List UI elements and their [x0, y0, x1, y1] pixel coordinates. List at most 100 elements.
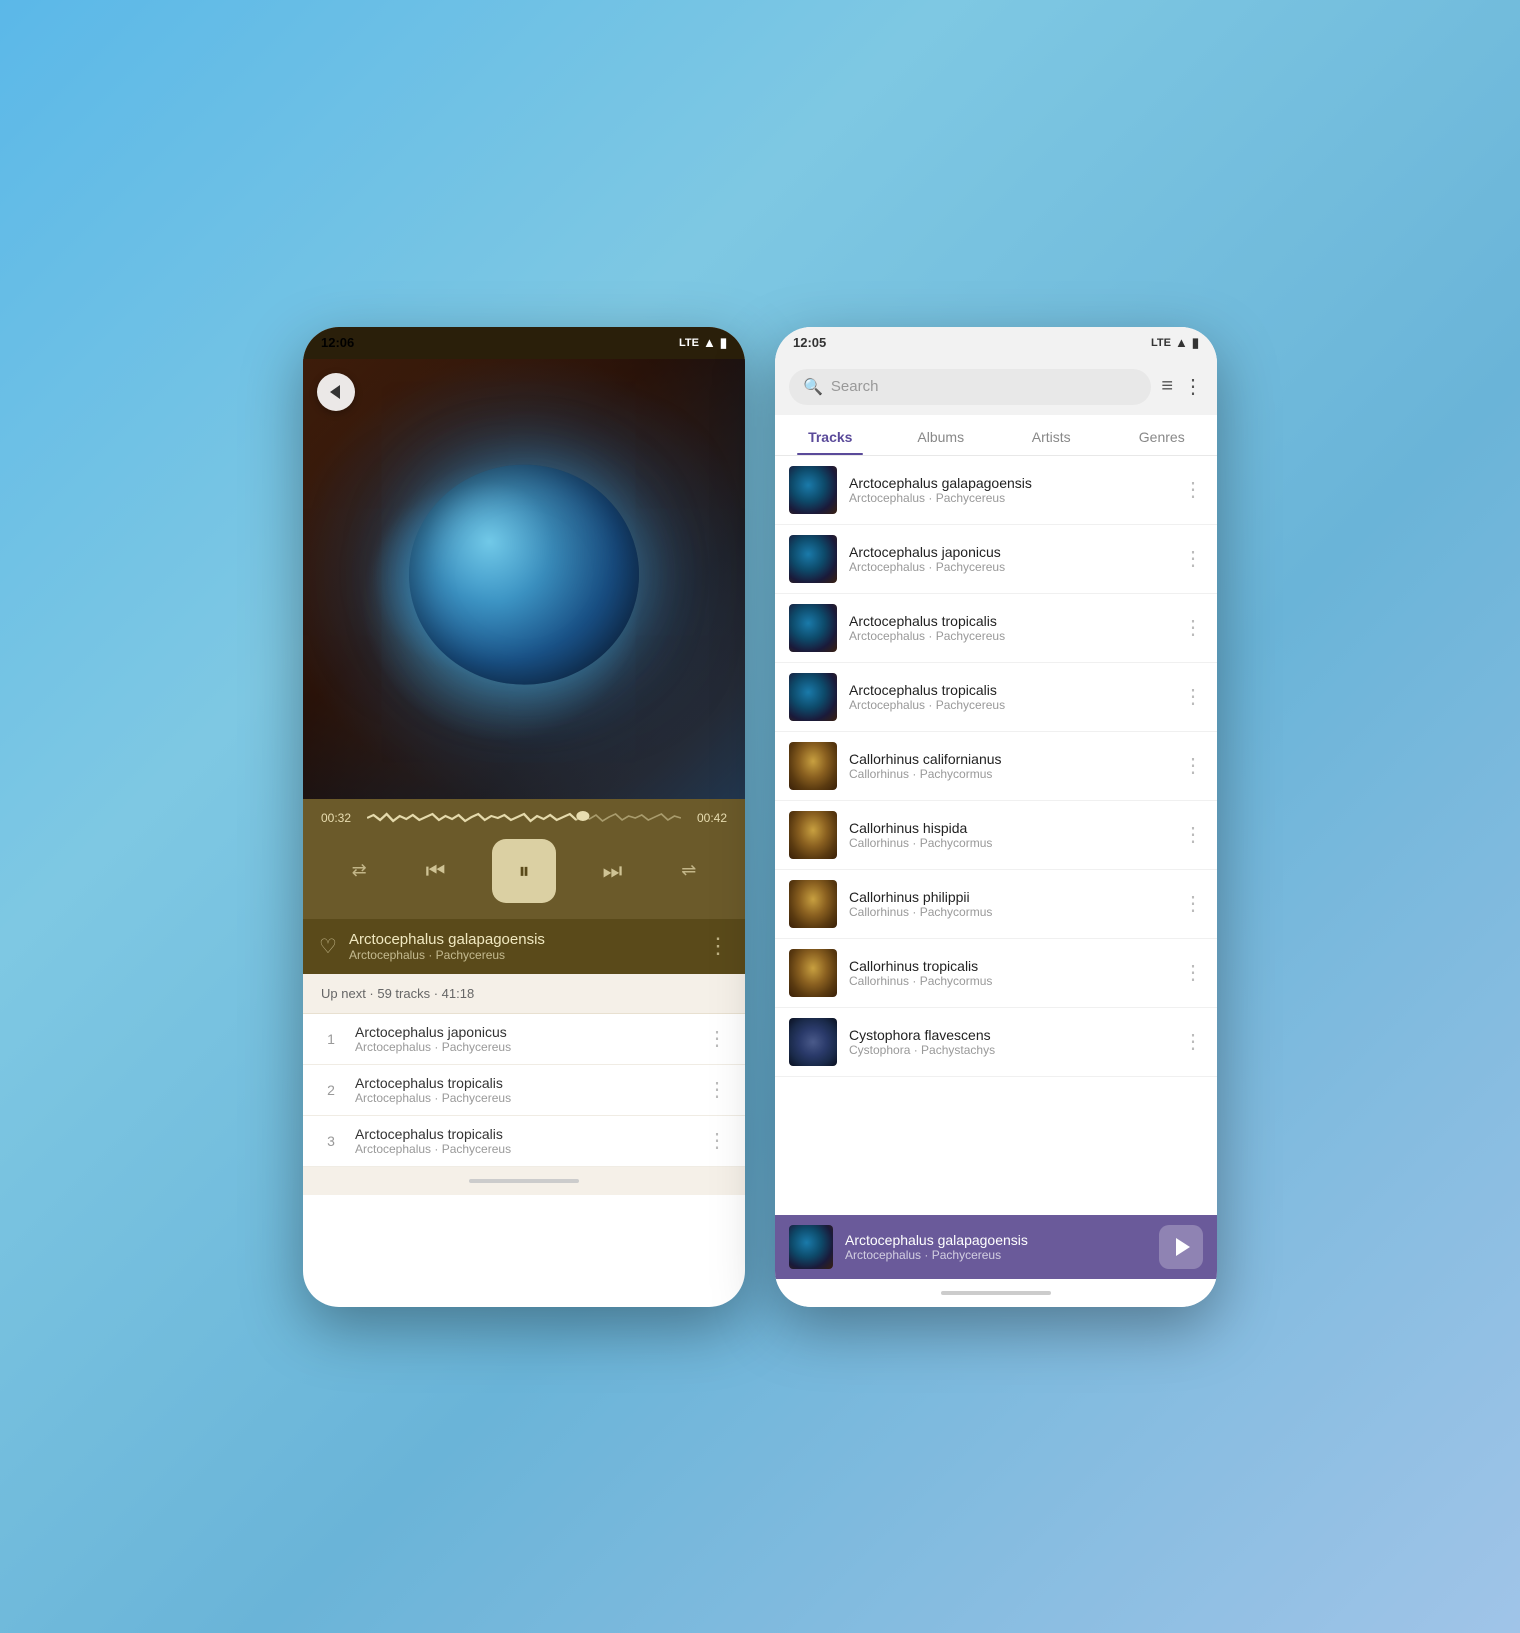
track-subtitle: Arctocephalus · Pachycereus: [349, 948, 695, 962]
track-info: Callorhinus californianus Callorhinus · …: [849, 751, 1171, 781]
track-meta: Arctocephalus · Pachycereus: [849, 491, 1171, 505]
queue-title: Arctocephalus tropicalis: [355, 1126, 693, 1142]
queue-title: Arctocephalus tropicalis: [355, 1075, 693, 1091]
list-item: Callorhinus californianus Callorhinus · …: [775, 732, 1217, 801]
track-more-button[interactable]: ⋮: [1183, 615, 1203, 640]
queue-text: Arctocephalus tropicalis Arctocephalus ·…: [355, 1075, 693, 1105]
track-info: Callorhinus philippii Callorhinus · Pach…: [849, 889, 1171, 919]
queue-more-button[interactable]: ⋮: [707, 1026, 727, 1051]
waveform[interactable]: [367, 811, 681, 825]
search-input-wrap[interactable]: 🔍 Search: [789, 369, 1151, 405]
back-button[interactable]: [317, 373, 355, 411]
left-time: 12:06: [321, 335, 354, 350]
album-art: [303, 359, 745, 799]
track-title: Arctocephalus galapagoensis: [349, 931, 695, 948]
track-more-button[interactable]: ⋮: [1183, 891, 1203, 916]
queue-item: 2 Arctocephalus tropicalis Arctocephalus…: [303, 1065, 745, 1116]
thumb-nebula-img: [789, 535, 837, 583]
up-next-header: Up next · 59 tracks · 41:18: [303, 974, 745, 1014]
track-more-button[interactable]: ⋮: [1183, 546, 1203, 571]
track-thumbnail: [789, 949, 837, 997]
track-thumbnail: [789, 811, 837, 859]
queue-more-button[interactable]: ⋮: [707, 1128, 727, 1153]
list-item: Callorhinus philippii Callorhinus · Pach…: [775, 870, 1217, 939]
left-signal-icon: ▲: [703, 335, 716, 350]
search-input[interactable]: Search: [831, 378, 879, 395]
thumb-golden-img: [789, 811, 837, 859]
thumb-golden-img: [789, 949, 837, 997]
track-more-button[interactable]: ⋮: [1183, 753, 1203, 778]
track-more-button[interactable]: ⋮: [1183, 822, 1203, 847]
track-meta: Callorhinus · Pachycormus: [849, 767, 1171, 781]
queue-num: 3: [321, 1133, 341, 1149]
track-more-button[interactable]: ⋮: [1183, 1029, 1203, 1054]
track-list: Arctocephalus galapagoensis Arctocephalu…: [775, 456, 1217, 1215]
track-thumbnail: [789, 673, 837, 721]
prev-button[interactable]: ⏮: [416, 851, 456, 891]
list-item: Callorhinus tropicalis Callorhinus · Pac…: [775, 939, 1217, 1008]
track-meta: Arctocephalus · Pachycereus: [849, 629, 1171, 643]
list-item: Arctocephalus galapagoensis Arctocephalu…: [775, 456, 1217, 525]
track-name: Arctocephalus tropicalis: [849, 682, 1171, 698]
up-next-label: Up next · 59 tracks · 41:18: [321, 986, 474, 1001]
track-info: Cystophora flavescens Cystophora · Pachy…: [849, 1027, 1171, 1057]
track-text: Arctocephalus galapagoensis Arctocephalu…: [349, 931, 695, 962]
track-thumbnail: [789, 604, 837, 652]
right-time: 12:05: [793, 335, 826, 350]
thumb-nebula-img: [789, 673, 837, 721]
track-meta: Cystophora · Pachystachys: [849, 1043, 1171, 1057]
right-battery-icon: ▮: [1192, 335, 1199, 351]
track-info: Arctocephalus tropicalis Arctocephalus ·…: [849, 682, 1171, 712]
left-phone: 12:06 LTE ▲ ▮ 00:32: [303, 327, 745, 1307]
tab-genres[interactable]: Genres: [1107, 415, 1218, 455]
track-thumbnail: [789, 880, 837, 928]
mini-play-button[interactable]: [1159, 1225, 1203, 1269]
sort-icon[interactable]: ≡: [1161, 375, 1173, 398]
track-more-button[interactable]: ⋮: [1183, 960, 1203, 985]
queue-sub: Arctocephalus · Pachycereus: [355, 1091, 693, 1105]
mini-player-title: Arctocephalus galapagoensis: [845, 1232, 1147, 1248]
right-phone: 12:05 LTE ▲ ▮ 🔍 Search ≡ ⋮ Tracks Albums: [775, 327, 1217, 1307]
heart-button[interactable]: ♡: [319, 934, 337, 959]
next-button[interactable]: ⏭: [592, 851, 632, 891]
track-info: Callorhinus hispida Callorhinus · Pachyc…: [849, 820, 1171, 850]
queue-more-button[interactable]: ⋮: [707, 1077, 727, 1102]
pause-button[interactable]: ⏸: [492, 839, 556, 903]
track-info-bar: ♡ Arctocephalus galapagoensis Arctocepha…: [303, 919, 745, 974]
repeat-button[interactable]: ⇄: [339, 851, 379, 891]
track-more-button[interactable]: ⋮: [707, 933, 729, 959]
tab-artists[interactable]: Artists: [996, 415, 1107, 455]
home-bar: [469, 1179, 579, 1183]
track-more-button[interactable]: ⋮: [1183, 684, 1203, 709]
list-item: Callorhinus hispida Callorhinus · Pachyc…: [775, 801, 1217, 870]
right-status-bar: 12:05 LTE ▲ ▮: [775, 327, 1217, 359]
track-meta: Arctocephalus · Pachycereus: [849, 698, 1171, 712]
mini-player-subtitle: Arctocephalus · Pachycereus: [845, 1248, 1147, 1262]
time-total: 00:42: [691, 811, 727, 825]
track-thumbnail: [789, 535, 837, 583]
left-status-bar: 12:06 LTE ▲ ▮: [303, 327, 745, 359]
tab-albums[interactable]: Albums: [886, 415, 997, 455]
track-more-button[interactable]: ⋮: [1183, 477, 1203, 502]
track-name: Callorhinus tropicalis: [849, 958, 1171, 974]
right-home-bar: [941, 1291, 1051, 1295]
progress-section: 00:32 00:42: [321, 811, 727, 825]
tabs-row: Tracks Albums Artists Genres: [775, 415, 1217, 456]
track-meta: Callorhinus · Pachycormus: [849, 836, 1171, 850]
tab-tracks[interactable]: Tracks: [775, 415, 886, 455]
thumb-nebula-img: [789, 604, 837, 652]
thumb-space-img: [789, 1018, 837, 1066]
track-thumbnail: [789, 742, 837, 790]
list-item: Arctocephalus tropicalis Arctocephalus ·…: [775, 594, 1217, 663]
progress-bar[interactable]: [367, 811, 681, 825]
track-name: Callorhinus californianus: [849, 751, 1171, 767]
mini-player-text: Arctocephalus galapagoensis Arctocephalu…: [845, 1232, 1147, 1262]
queue-text: Arctocephalus tropicalis Arctocephalus ·…: [355, 1126, 693, 1156]
more-options-icon[interactable]: ⋮: [1183, 374, 1203, 399]
pause-icon: ⏸: [518, 858, 529, 884]
track-name: Arctocephalus galapagoensis: [849, 475, 1171, 491]
mini-player-thumbnail: [789, 1225, 833, 1269]
right-home-indicator: [775, 1279, 1217, 1307]
shuffle-button[interactable]: ⇌: [669, 851, 709, 891]
nebula-sphere: [409, 464, 639, 684]
